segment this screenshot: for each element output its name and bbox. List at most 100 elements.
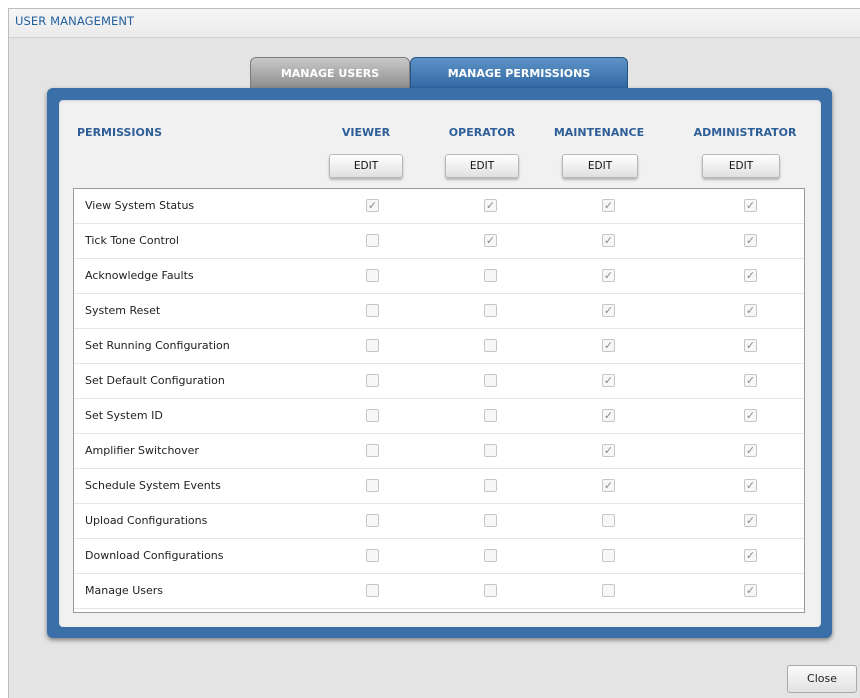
edit-administrator-button[interactable]: EDIT [702, 154, 780, 178]
checkbox-administrator[interactable]: ✓ [744, 479, 757, 492]
checkbox-viewer[interactable] [366, 479, 379, 492]
checkmark-icon: ✓ [745, 514, 756, 527]
permissions-panel: PERMISSIONS VIEWER OPERATOR MAINTENANCE … [47, 88, 832, 638]
checkmark-icon: ✓ [603, 339, 614, 352]
window-title: USER MANAGEMENT [15, 14, 135, 28]
tab-manage-permissions[interactable]: MANAGE PERMISSIONS [410, 57, 628, 89]
checkbox-operator[interactable] [484, 479, 497, 492]
tab-manage-users[interactable]: MANAGE USERS [250, 57, 410, 89]
checkbox-operator[interactable] [484, 409, 497, 422]
checkbox-operator[interactable] [484, 444, 497, 457]
permission-label: Acknowledge Faults [85, 269, 194, 282]
role-header-administrator: ADMINISTRATOR [693, 126, 797, 139]
checkmark-icon: ✓ [745, 409, 756, 422]
checkbox-administrator[interactable]: ✓ [744, 549, 757, 562]
checkbox-administrator[interactable]: ✓ [744, 339, 757, 352]
checkbox-administrator[interactable]: ✓ [744, 444, 757, 457]
checkbox-viewer[interactable]: ✓ [366, 199, 379, 212]
checkmark-icon: ✓ [603, 374, 614, 387]
checkbox-maintenance[interactable]: ✓ [602, 479, 615, 492]
checkbox-administrator[interactable]: ✓ [744, 269, 757, 282]
checkbox-maintenance[interactable]: ✓ [602, 304, 615, 317]
checkbox-operator[interactable] [484, 269, 497, 282]
checkbox-operator[interactable] [484, 374, 497, 387]
checkmark-icon: ✓ [745, 234, 756, 247]
checkmark-icon: ✓ [603, 409, 614, 422]
edit-maintenance-button[interactable]: EDIT [562, 154, 638, 178]
checkbox-operator[interactable] [484, 584, 497, 597]
checkbox-maintenance[interactable]: ✓ [602, 199, 615, 212]
permission-label: Set Default Configuration [85, 374, 225, 387]
checkmark-icon: ✓ [603, 304, 614, 317]
checkmark-icon: ✓ [485, 234, 496, 247]
checkbox-operator[interactable] [484, 549, 497, 562]
checkbox-operator[interactable] [484, 304, 497, 317]
checkmark-icon: ✓ [485, 199, 496, 212]
checkmark-icon: ✓ [745, 304, 756, 317]
checkbox-maintenance[interactable]: ✓ [602, 409, 615, 422]
checkbox-maintenance[interactable]: ✓ [602, 374, 615, 387]
checkmark-icon: ✓ [745, 199, 756, 212]
permission-label: Manage Users [85, 584, 163, 597]
checkbox-administrator[interactable]: ✓ [744, 514, 757, 527]
table-row: Acknowledge Faults ✓ ✓ [74, 259, 804, 294]
checkbox-viewer[interactable] [366, 269, 379, 282]
checkbox-viewer[interactable] [366, 304, 379, 317]
permission-label: System Reset [85, 304, 161, 317]
checkbox-maintenance[interactable] [602, 514, 615, 527]
table-row: Download Configurations ✓ [74, 539, 804, 574]
table-row: Tick Tone Control ✓ ✓ ✓ [74, 224, 804, 259]
checkbox-operator[interactable] [484, 339, 497, 352]
table-row: Upload Configurations ✓ [74, 504, 804, 539]
checkmark-icon: ✓ [603, 269, 614, 282]
title-bar: USER MANAGEMENT [9, 9, 860, 38]
checkmark-icon: ✓ [745, 549, 756, 562]
role-header-maintenance: MAINTENANCE [553, 126, 645, 139]
checkbox-administrator[interactable]: ✓ [744, 374, 757, 387]
permissions-table: View System Status ✓ ✓ ✓ ✓ Tick Tone Control ✓… [73, 188, 805, 613]
checkbox-maintenance[interactable]: ✓ [602, 269, 615, 282]
permission-label: Set System ID [85, 409, 163, 422]
checkmark-icon: ✓ [603, 479, 614, 492]
table-row: Set Running Configuration ✓ ✓ [74, 329, 804, 364]
checkbox-maintenance[interactable] [602, 584, 615, 597]
checkbox-viewer[interactable] [366, 409, 379, 422]
close-button[interactable]: Close [787, 665, 857, 693]
checkmark-icon: ✓ [745, 479, 756, 492]
checkbox-viewer[interactable] [366, 584, 379, 597]
checkbox-viewer[interactable] [366, 514, 379, 527]
checkbox-administrator[interactable]: ✓ [744, 199, 757, 212]
checkbox-viewer[interactable] [366, 339, 379, 352]
checkmark-icon: ✓ [745, 444, 756, 457]
permission-label: Tick Tone Control [85, 234, 179, 247]
checkbox-administrator[interactable]: ✓ [744, 234, 757, 247]
checkmark-icon: ✓ [603, 234, 614, 247]
permission-label: Upload Configurations [85, 514, 208, 527]
checkbox-administrator[interactable]: ✓ [744, 304, 757, 317]
checkbox-maintenance[interactable]: ✓ [602, 339, 615, 352]
checkmark-icon: ✓ [745, 269, 756, 282]
checkmark-icon: ✓ [745, 339, 756, 352]
checkmark-icon: ✓ [603, 444, 614, 457]
checkbox-administrator[interactable]: ✓ [744, 584, 757, 597]
checkbox-operator[interactable]: ✓ [484, 199, 497, 212]
checkbox-maintenance[interactable] [602, 549, 615, 562]
checkbox-administrator[interactable]: ✓ [744, 409, 757, 422]
permissions-column-header: PERMISSIONS [77, 126, 163, 139]
table-row: Manage Users ✓ [74, 574, 804, 609]
edit-operator-button[interactable]: EDIT [445, 154, 519, 178]
checkbox-operator[interactable] [484, 514, 497, 527]
permissions-panel-inner: PERMISSIONS VIEWER OPERATOR MAINTENANCE … [59, 100, 821, 627]
checkbox-viewer[interactable] [366, 549, 379, 562]
checkbox-viewer[interactable] [366, 444, 379, 457]
role-header-viewer: VIEWER [341, 126, 391, 139]
checkbox-maintenance[interactable]: ✓ [602, 444, 615, 457]
checkbox-viewer[interactable] [366, 234, 379, 247]
checkbox-viewer[interactable] [366, 374, 379, 387]
checkbox-operator[interactable]: ✓ [484, 234, 497, 247]
edit-viewer-button[interactable]: EDIT [329, 154, 403, 178]
checkbox-maintenance[interactable]: ✓ [602, 234, 615, 247]
user-management-window: USER MANAGEMENT MANAGE USERS MANAGE PERM… [8, 8, 860, 698]
table-row: Set Default Configuration ✓ ✓ [74, 364, 804, 399]
permission-label: Schedule System Events [85, 479, 221, 492]
